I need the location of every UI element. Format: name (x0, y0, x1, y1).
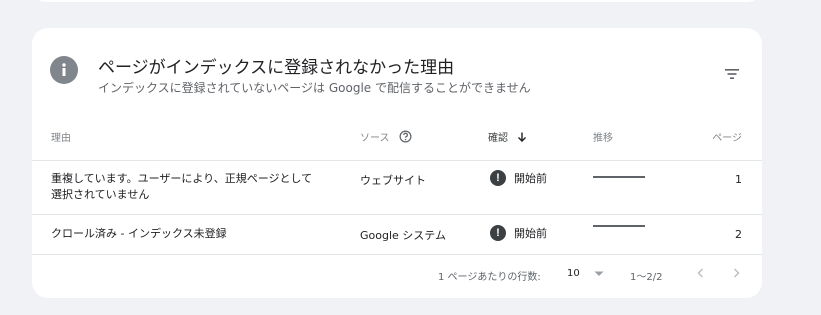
row-validation-status: ! 開始前 (490, 225, 547, 241)
column-header-trend-label: 推移 (593, 133, 613, 144)
card-title: ページがインデックスに登録されなかった理由 (98, 58, 455, 78)
row-divider (32, 254, 762, 255)
exclamation-icon: ! (490, 170, 506, 186)
row-validation-status: ! 開始前 (490, 170, 547, 186)
caret-down-icon (594, 271, 604, 276)
previous-page-button[interactable] (694, 266, 708, 280)
column-header-trend: 推移 (593, 129, 613, 144)
previous-card (32, 0, 762, 2)
trend-sparkline (593, 176, 645, 178)
header-divider (32, 160, 762, 161)
column-header-validation-label: 確認 (488, 133, 508, 144)
column-header-source-label: ソース (360, 133, 390, 144)
page-range: 1〜2/2 (630, 272, 663, 283)
arrow-down-icon (518, 132, 526, 142)
card-subtitle: インデックスに登録されていないページは Google で配信することができません (98, 81, 531, 95)
column-header-reason-label: 理由 (51, 133, 71, 144)
filter-button[interactable] (720, 62, 744, 86)
column-header-source[interactable]: ソース (360, 129, 412, 144)
row-source: ウェブサイト (360, 174, 426, 187)
info-icon (50, 56, 78, 84)
chevron-right-icon (733, 268, 740, 278)
exclamation-icon: ! (490, 225, 506, 241)
row-reason: クロール済み - インデックス未登録 (51, 227, 227, 240)
row-pages: 2 (735, 228, 742, 241)
trend-sparkline (593, 225, 645, 227)
not-indexed-reasons-card: ページがインデックスに登録されなかった理由 インデックスに登録されていないページ… (32, 28, 762, 298)
row-pages: 1 (735, 173, 742, 186)
rows-per-page-value: 10 (567, 268, 580, 279)
row-reason: 重複しています。ユーザーにより、正規ページとして選択されていません (51, 172, 313, 201)
next-page-button[interactable] (729, 266, 743, 280)
rows-per-page-label: 1 ページあたりの行数: (438, 272, 541, 283)
column-header-validation[interactable]: 確認 (488, 129, 528, 144)
help-icon[interactable] (399, 130, 412, 143)
row-validation-label: 開始前 (514, 172, 547, 185)
rows-per-page-select[interactable]: 10 (567, 268, 604, 279)
column-header-pages-label: ページ (712, 133, 742, 144)
row-source: Google システム (360, 229, 446, 242)
chevron-left-icon (697, 268, 704, 278)
column-header-pages[interactable]: ページ (692, 129, 742, 144)
column-header-reason[interactable]: 理由 (51, 129, 71, 144)
row-validation-label: 開始前 (514, 227, 547, 240)
row-divider (32, 214, 762, 215)
filter-icon (725, 69, 739, 79)
